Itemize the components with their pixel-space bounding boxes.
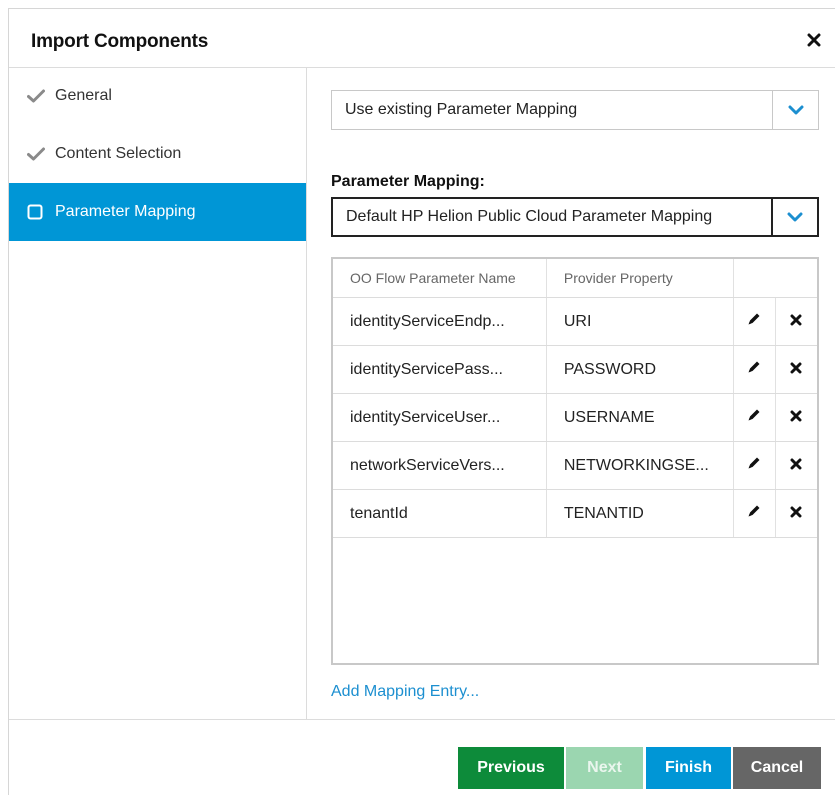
cancel-button[interactable]: Cancel xyxy=(733,747,821,789)
column-header-actions xyxy=(733,259,817,298)
pencil-icon[interactable] xyxy=(733,489,777,538)
provider-property-cell: URI xyxy=(546,297,735,346)
sidebar-item-label: Parameter Mapping xyxy=(55,203,196,220)
delete-icon[interactable] xyxy=(775,441,817,490)
pencil-icon[interactable] xyxy=(733,345,777,394)
flow-parameter-cell: identityServiceEndp... xyxy=(333,297,547,346)
chevron-down-icon[interactable] xyxy=(771,199,817,235)
chevron-down-icon[interactable] xyxy=(772,91,818,129)
dialog-header: Import Components xyxy=(9,9,835,68)
sidebar-item-parameter-mapping[interactable]: Parameter Mapping xyxy=(9,183,306,241)
flow-parameter-cell: identityServicePass... xyxy=(333,345,547,394)
pencil-icon[interactable] xyxy=(733,393,777,442)
import-components-dialog: Import Components General Content Select… xyxy=(8,8,835,795)
delete-icon[interactable] xyxy=(775,297,817,346)
column-header-provider-property[interactable]: Provider Property xyxy=(546,259,735,298)
dialog-title: Import Components xyxy=(31,31,209,52)
delete-icon[interactable] xyxy=(775,489,817,538)
dialog-footer: Previous Next Finish Cancel xyxy=(9,719,835,797)
finish-button[interactable]: Finish xyxy=(646,747,731,789)
mapping-table: OO Flow Parameter Name Provider Property… xyxy=(331,257,819,665)
next-button[interactable]: Next xyxy=(566,747,643,789)
parameter-mapping-label: Parameter Mapping: xyxy=(331,173,485,190)
pencil-icon[interactable] xyxy=(733,441,777,490)
parameter-mapping-value: Default HP Helion Public Cloud Parameter… xyxy=(346,208,713,225)
step-content: Use existing Parameter Mapping Parameter… xyxy=(307,67,835,719)
table-row[interactable]: identityServiceUser... USERNAME xyxy=(333,393,817,442)
delete-icon[interactable] xyxy=(775,393,817,442)
provider-property-cell: TENANTID xyxy=(546,489,735,538)
add-mapping-entry-link[interactable]: Add Mapping Entry... xyxy=(331,683,479,701)
table-row[interactable]: networkServiceVers... NETWORKINGSE... xyxy=(333,441,817,490)
parameter-mapping-select[interactable]: Default HP Helion Public Cloud Parameter… xyxy=(331,197,819,237)
column-header-flow-parameter[interactable]: OO Flow Parameter Name xyxy=(333,259,547,298)
checkmark-icon xyxy=(27,88,47,104)
sidebar-item-label: Content Selection xyxy=(55,145,182,162)
flow-parameter-cell: tenantId xyxy=(333,489,547,538)
delete-icon[interactable] xyxy=(775,345,817,394)
flow-parameter-cell: networkServiceVers... xyxy=(333,441,547,490)
wizard-steps-sidebar: General Content Selection Parameter Mapp… xyxy=(9,67,307,719)
checkbox-icon xyxy=(27,204,47,220)
table-header-row: OO Flow Parameter Name Provider Property xyxy=(333,259,817,298)
sidebar-item-content-selection[interactable]: Content Selection xyxy=(9,125,306,183)
table-row[interactable]: identityServiceEndp... URI xyxy=(333,297,817,346)
mapping-mode-select[interactable]: Use existing Parameter Mapping xyxy=(331,90,819,130)
provider-property-cell: NETWORKINGSE... xyxy=(546,441,735,490)
flow-parameter-cell: identityServiceUser... xyxy=(333,393,547,442)
previous-button[interactable]: Previous xyxy=(458,747,564,789)
sidebar-item-general[interactable]: General xyxy=(9,67,306,125)
sidebar-item-label: General xyxy=(55,87,112,104)
table-row[interactable]: identityServicePass... PASSWORD xyxy=(333,345,817,394)
provider-property-cell: PASSWORD xyxy=(546,345,735,394)
close-icon[interactable] xyxy=(807,33,821,47)
checkmark-icon xyxy=(27,146,47,162)
pencil-icon[interactable] xyxy=(733,297,777,346)
table-row[interactable]: tenantId TENANTID xyxy=(333,489,817,538)
mapping-mode-value: Use existing Parameter Mapping xyxy=(345,101,578,118)
provider-property-cell: USERNAME xyxy=(546,393,735,442)
